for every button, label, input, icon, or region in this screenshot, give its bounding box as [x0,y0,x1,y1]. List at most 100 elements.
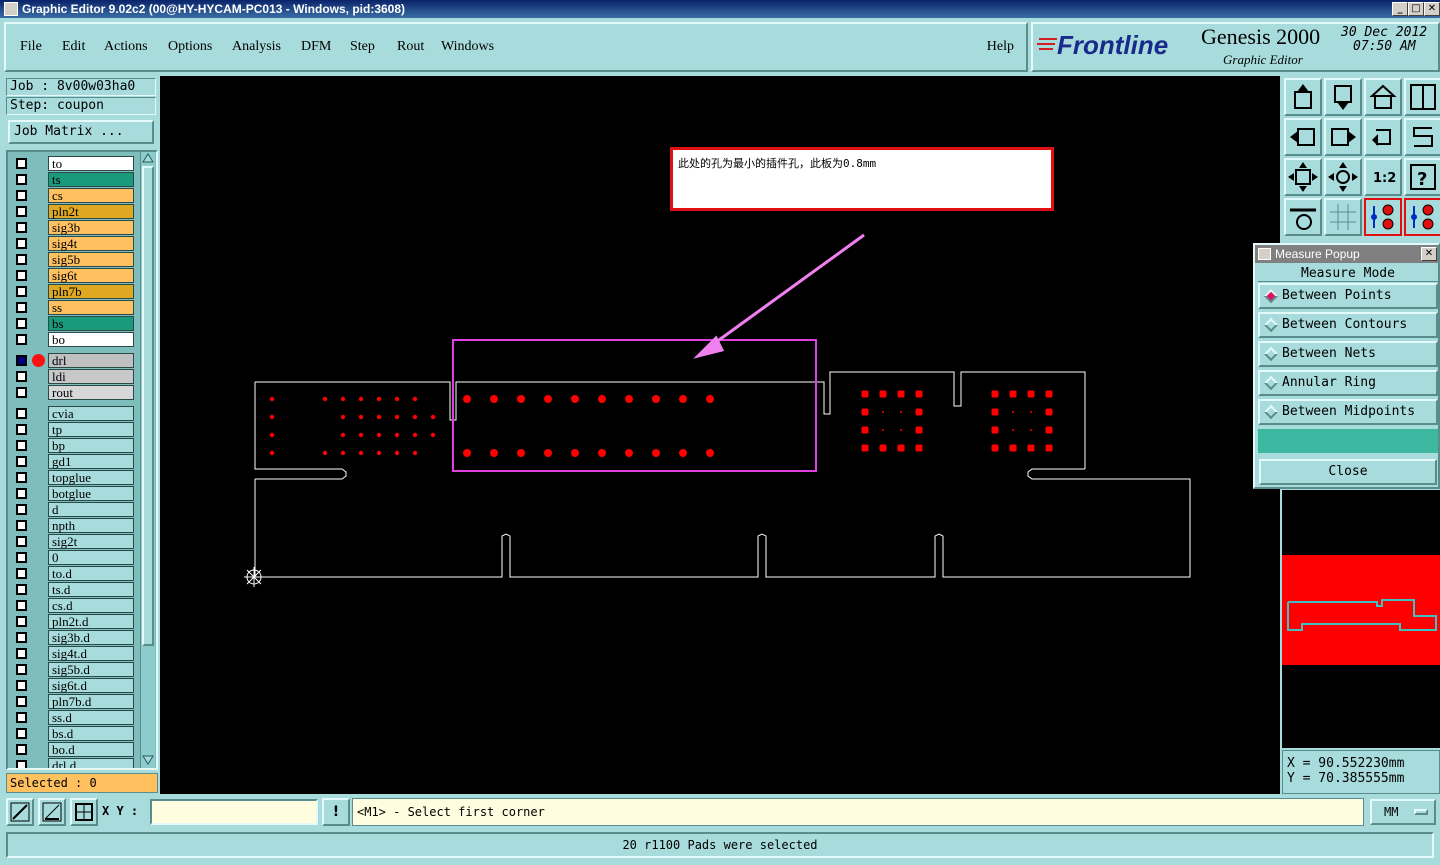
layer-checkbox[interactable] [16,334,27,345]
layer-checkbox[interactable] [16,552,27,563]
layer-name[interactable]: sig6t.d [48,678,134,693]
units-dropdown[interactable]: MM [1370,799,1436,825]
tools-palette-icon[interactable] [1284,198,1322,236]
snap-icon[interactable] [6,798,34,826]
layer-row-bo[interactable]: bo [12,332,134,347]
layer-row-sig4t-d[interactable]: sig4t.d [12,646,134,661]
layer-name[interactable]: bp [48,438,134,453]
layer-name[interactable]: bo.d [48,742,134,757]
layer-name[interactable]: pln2t [48,204,134,219]
layer-name[interactable]: ts.d [48,582,134,597]
layer-name[interactable]: npth [48,518,134,533]
layer-name[interactable]: drl [48,353,134,368]
layer-name[interactable]: rout [48,385,134,400]
layer-checkbox[interactable] [16,632,27,643]
minimize-button[interactable]: _ [1392,2,1408,16]
layer-row-pln2t[interactable]: pln2t [12,204,134,219]
layer-row-ss[interactable]: ss [12,300,134,315]
layer-name[interactable]: sig5b.d [48,662,134,677]
layer-checkbox[interactable] [16,680,27,691]
layer-name[interactable]: sig3b.d [48,630,134,645]
layer-row-sig5b-d[interactable]: sig5b.d [12,662,134,677]
measure-close-button[interactable]: Close [1259,459,1437,485]
layer-row-topglue[interactable]: topglue [12,470,134,485]
layer-checkbox[interactable] [16,584,27,595]
measure-annular-ring[interactable]: Annular Ring [1258,370,1438,396]
layer-checkbox[interactable] [16,696,27,707]
layer-checkbox[interactable] [16,174,27,185]
zoom-fit-icon[interactable] [1284,158,1322,196]
layer-name[interactable]: bs.d [48,726,134,741]
layer-checkbox[interactable] [16,712,27,723]
layer-row-botglue[interactable]: botglue [12,486,134,501]
layer-row-bp[interactable]: bp [12,438,134,453]
layer-name[interactable]: 0 [48,550,134,565]
layer-row-drl-d[interactable]: drl.d [12,758,134,768]
menu-rout[interactable]: Rout [397,39,424,55]
layer-row-ts[interactable]: ts [12,172,134,187]
layer-name[interactable]: sig4t [48,236,134,251]
layer-checkbox[interactable] [16,158,27,169]
overview-minimap[interactable] [1282,490,1440,748]
net-highlight-icon[interactable] [1364,198,1402,236]
layer-name[interactable]: sig4t.d [48,646,134,661]
layer-row-cvia[interactable]: cvia [12,406,134,421]
layer-name[interactable]: sig3b [48,220,134,235]
redraw-icon[interactable] [1404,118,1440,156]
layer-checkbox[interactable] [16,387,27,398]
layer-name[interactable]: ts [48,172,134,187]
layer-row-d[interactable]: d [12,502,134,517]
layer-checkbox[interactable] [16,286,27,297]
layer-row-gd1[interactable]: gd1 [12,454,134,469]
layer-checkbox[interactable] [16,371,27,382]
layer-checkbox[interactable] [16,424,27,435]
layer-checkbox[interactable] [16,488,27,499]
layer-row-npth[interactable]: npth [12,518,134,533]
layer-name[interactable]: bo [48,332,134,347]
layer-row-sig5b[interactable]: sig5b [12,252,134,267]
layer-name[interactable]: gd1 [48,454,134,469]
layer-row-rout[interactable]: rout [12,385,134,400]
menu-options[interactable]: Options [168,39,212,55]
layer-row-bo-d[interactable]: bo.d [12,742,134,757]
pan-right-icon[interactable] [1324,118,1362,156]
layer-name[interactable]: sig2t [48,534,134,549]
menu-analysis[interactable]: Analysis [232,39,281,55]
layer-checkbox[interactable] [16,744,27,755]
layer-name[interactable]: d [48,502,134,517]
menu-help[interactable]: Help [987,39,1014,55]
menu-actions[interactable]: Actions [104,39,148,55]
layer-checkbox[interactable] [16,504,27,515]
layer-checkbox[interactable] [16,648,27,659]
layer-checkbox[interactable] [16,355,27,366]
layer-name[interactable]: tp [48,422,134,437]
layer-row-cs-d[interactable]: cs.d [12,598,134,613]
split-view-icon[interactable] [1404,78,1440,116]
layer-row-sig6t-d[interactable]: sig6t.d [12,678,134,693]
layer-checkbox[interactable] [16,472,27,483]
job-matrix-button[interactable]: Job Matrix ... [8,120,154,144]
zoom-up-icon[interactable] [1284,78,1322,116]
scale-1-2-icon[interactable]: 1:2 [1364,158,1402,196]
layer-checkbox[interactable] [16,254,27,265]
layer-checkbox[interactable] [16,568,27,579]
layer-checkbox[interactable] [16,664,27,675]
layer-checkbox[interactable] [16,190,27,201]
layer-name[interactable]: topglue [48,470,134,485]
layer-name[interactable]: botglue [48,486,134,501]
undo-view-icon[interactable] [1364,118,1402,156]
layer-row-cs[interactable]: cs [12,188,134,203]
layer-name[interactable]: sig5b [48,252,134,267]
menu-dfm[interactable]: DFM [301,39,331,55]
measure-between-midpoints[interactable]: Between Midpoints [1258,399,1438,425]
layer-checkbox[interactable] [16,456,27,467]
layer-row-pln2t-d[interactable]: pln2t.d [12,614,134,629]
layer-list-scrollbar[interactable] [140,152,155,768]
measure-between-nets[interactable]: Between Nets [1258,341,1438,367]
layer-checkbox[interactable] [16,270,27,281]
zoom-center-icon[interactable] [1324,158,1362,196]
measure-between-contours[interactable]: Between Contours [1258,312,1438,338]
layer-row-sig3b-d[interactable]: sig3b.d [12,630,134,645]
layer-row-tp[interactable]: tp [12,422,134,437]
scroll-thumb[interactable] [142,166,154,646]
